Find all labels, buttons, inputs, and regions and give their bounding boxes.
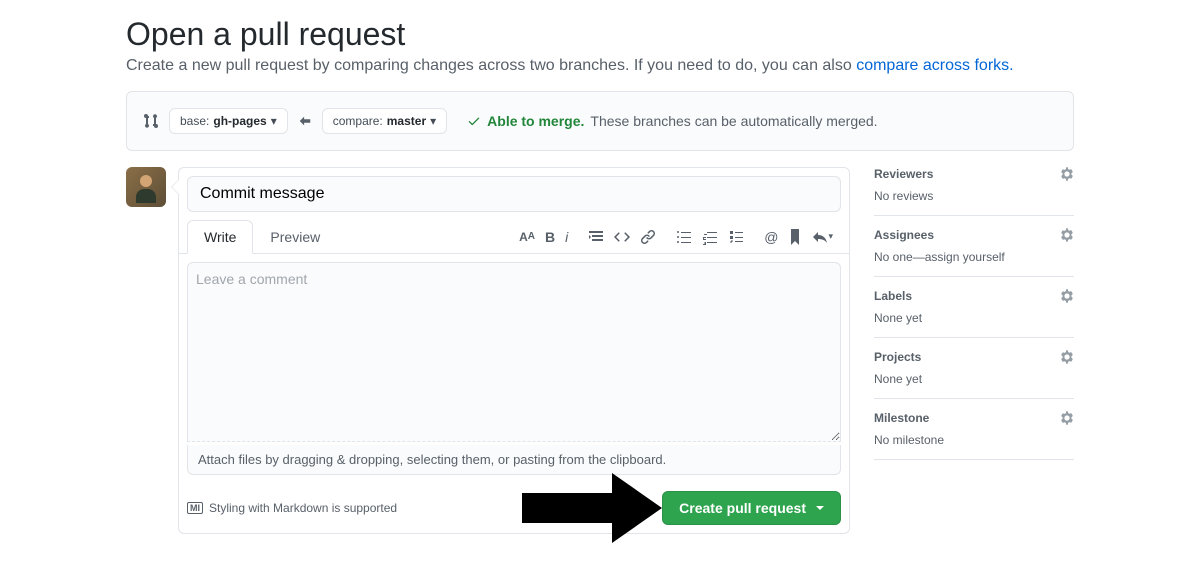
- assign-yourself-link[interactable]: assign yourself: [925, 250, 1005, 264]
- base-branch-select[interactable]: base: gh-pages ▾: [169, 108, 288, 134]
- labels-text: None yet: [874, 311, 1074, 325]
- quote-icon[interactable]: [588, 229, 604, 245]
- reviewers-title: Reviewers: [874, 167, 933, 181]
- projects-text: None yet: [874, 372, 1074, 386]
- assignees-title: Assignees: [874, 228, 934, 242]
- projects-title: Projects: [874, 350, 921, 364]
- code-icon[interactable]: [614, 229, 630, 245]
- markdown-toolbar: AA B i: [511, 225, 841, 249]
- merge-hint: These branches can be automatically merg…: [590, 113, 877, 129]
- reply-icon[interactable]: ▾: [812, 229, 833, 245]
- check-icon: [467, 114, 481, 128]
- tasklist-icon[interactable]: [728, 229, 744, 245]
- pr-body-textarea[interactable]: [187, 262, 841, 442]
- merge-ok-label: Able to merge.: [487, 113, 584, 129]
- annotation-arrow-icon: [522, 473, 662, 543]
- italic-icon[interactable]: i: [565, 229, 568, 245]
- compare-prefix: compare:: [333, 114, 383, 128]
- heading-icon[interactable]: AA: [519, 230, 535, 244]
- labels-gear-icon[interactable]: [1060, 289, 1074, 303]
- attach-hint[interactable]: Attach files by dragging & dropping, sel…: [187, 445, 841, 475]
- list-ul-icon[interactable]: [676, 229, 692, 245]
- tab-write[interactable]: Write: [187, 220, 253, 254]
- merge-status: Able to merge. These branches can be aut…: [467, 113, 877, 129]
- milestone-text: No milestone: [874, 433, 1074, 447]
- pr-title-input[interactable]: [187, 176, 841, 212]
- link-icon[interactable]: [640, 229, 656, 245]
- markdown-help-link[interactable]: MI Styling with Markdown is supported: [187, 501, 397, 515]
- base-prefix: base:: [180, 114, 209, 128]
- page-subtitle: Create a new pull request by comparing c…: [126, 57, 1074, 75]
- avatar[interactable]: [126, 167, 166, 207]
- compare-branch-name: master: [387, 114, 426, 128]
- markdown-icon: MI: [187, 502, 203, 514]
- compare-branch-select[interactable]: compare: master ▾: [322, 108, 447, 134]
- page-title: Open a pull request: [126, 16, 1074, 53]
- projects-gear-icon[interactable]: [1060, 350, 1074, 364]
- caret-down-icon: ▾: [430, 114, 436, 128]
- list-ol-icon[interactable]: [702, 229, 718, 245]
- milestone-gear-icon[interactable]: [1060, 411, 1074, 425]
- milestone-title: Milestone: [874, 411, 929, 425]
- arrow-left-icon: [298, 114, 312, 128]
- reviewers-gear-icon[interactable]: [1060, 167, 1074, 181]
- labels-title: Labels: [874, 289, 912, 303]
- base-branch-name: gh-pages: [213, 114, 266, 128]
- compare-forks-link[interactable]: compare across forks.: [856, 57, 1013, 74]
- subtitle-text: Create a new pull request by comparing c…: [126, 57, 856, 74]
- markdown-help-text: Styling with Markdown is supported: [209, 501, 397, 515]
- compare-bar: base: gh-pages ▾ compare: master ▾ Able …: [126, 91, 1074, 151]
- bold-icon[interactable]: B: [545, 229, 555, 245]
- git-compare-icon: [143, 113, 159, 129]
- caret-down-icon: ▾: [271, 114, 277, 128]
- tab-preview[interactable]: Preview: [253, 220, 337, 254]
- mention-icon[interactable]: @: [764, 229, 778, 245]
- comment-box: Write Preview AA B i: [178, 167, 850, 534]
- assignees-text: No one—: [874, 250, 925, 264]
- assignees-gear-icon[interactable]: [1060, 228, 1074, 242]
- sidebar: Reviewers No reviews Assignees No one—as…: [874, 167, 1074, 460]
- reference-icon[interactable]: [788, 229, 802, 245]
- reviewers-text: No reviews: [874, 189, 1074, 203]
- create-pr-button[interactable]: Create pull request: [662, 491, 841, 525]
